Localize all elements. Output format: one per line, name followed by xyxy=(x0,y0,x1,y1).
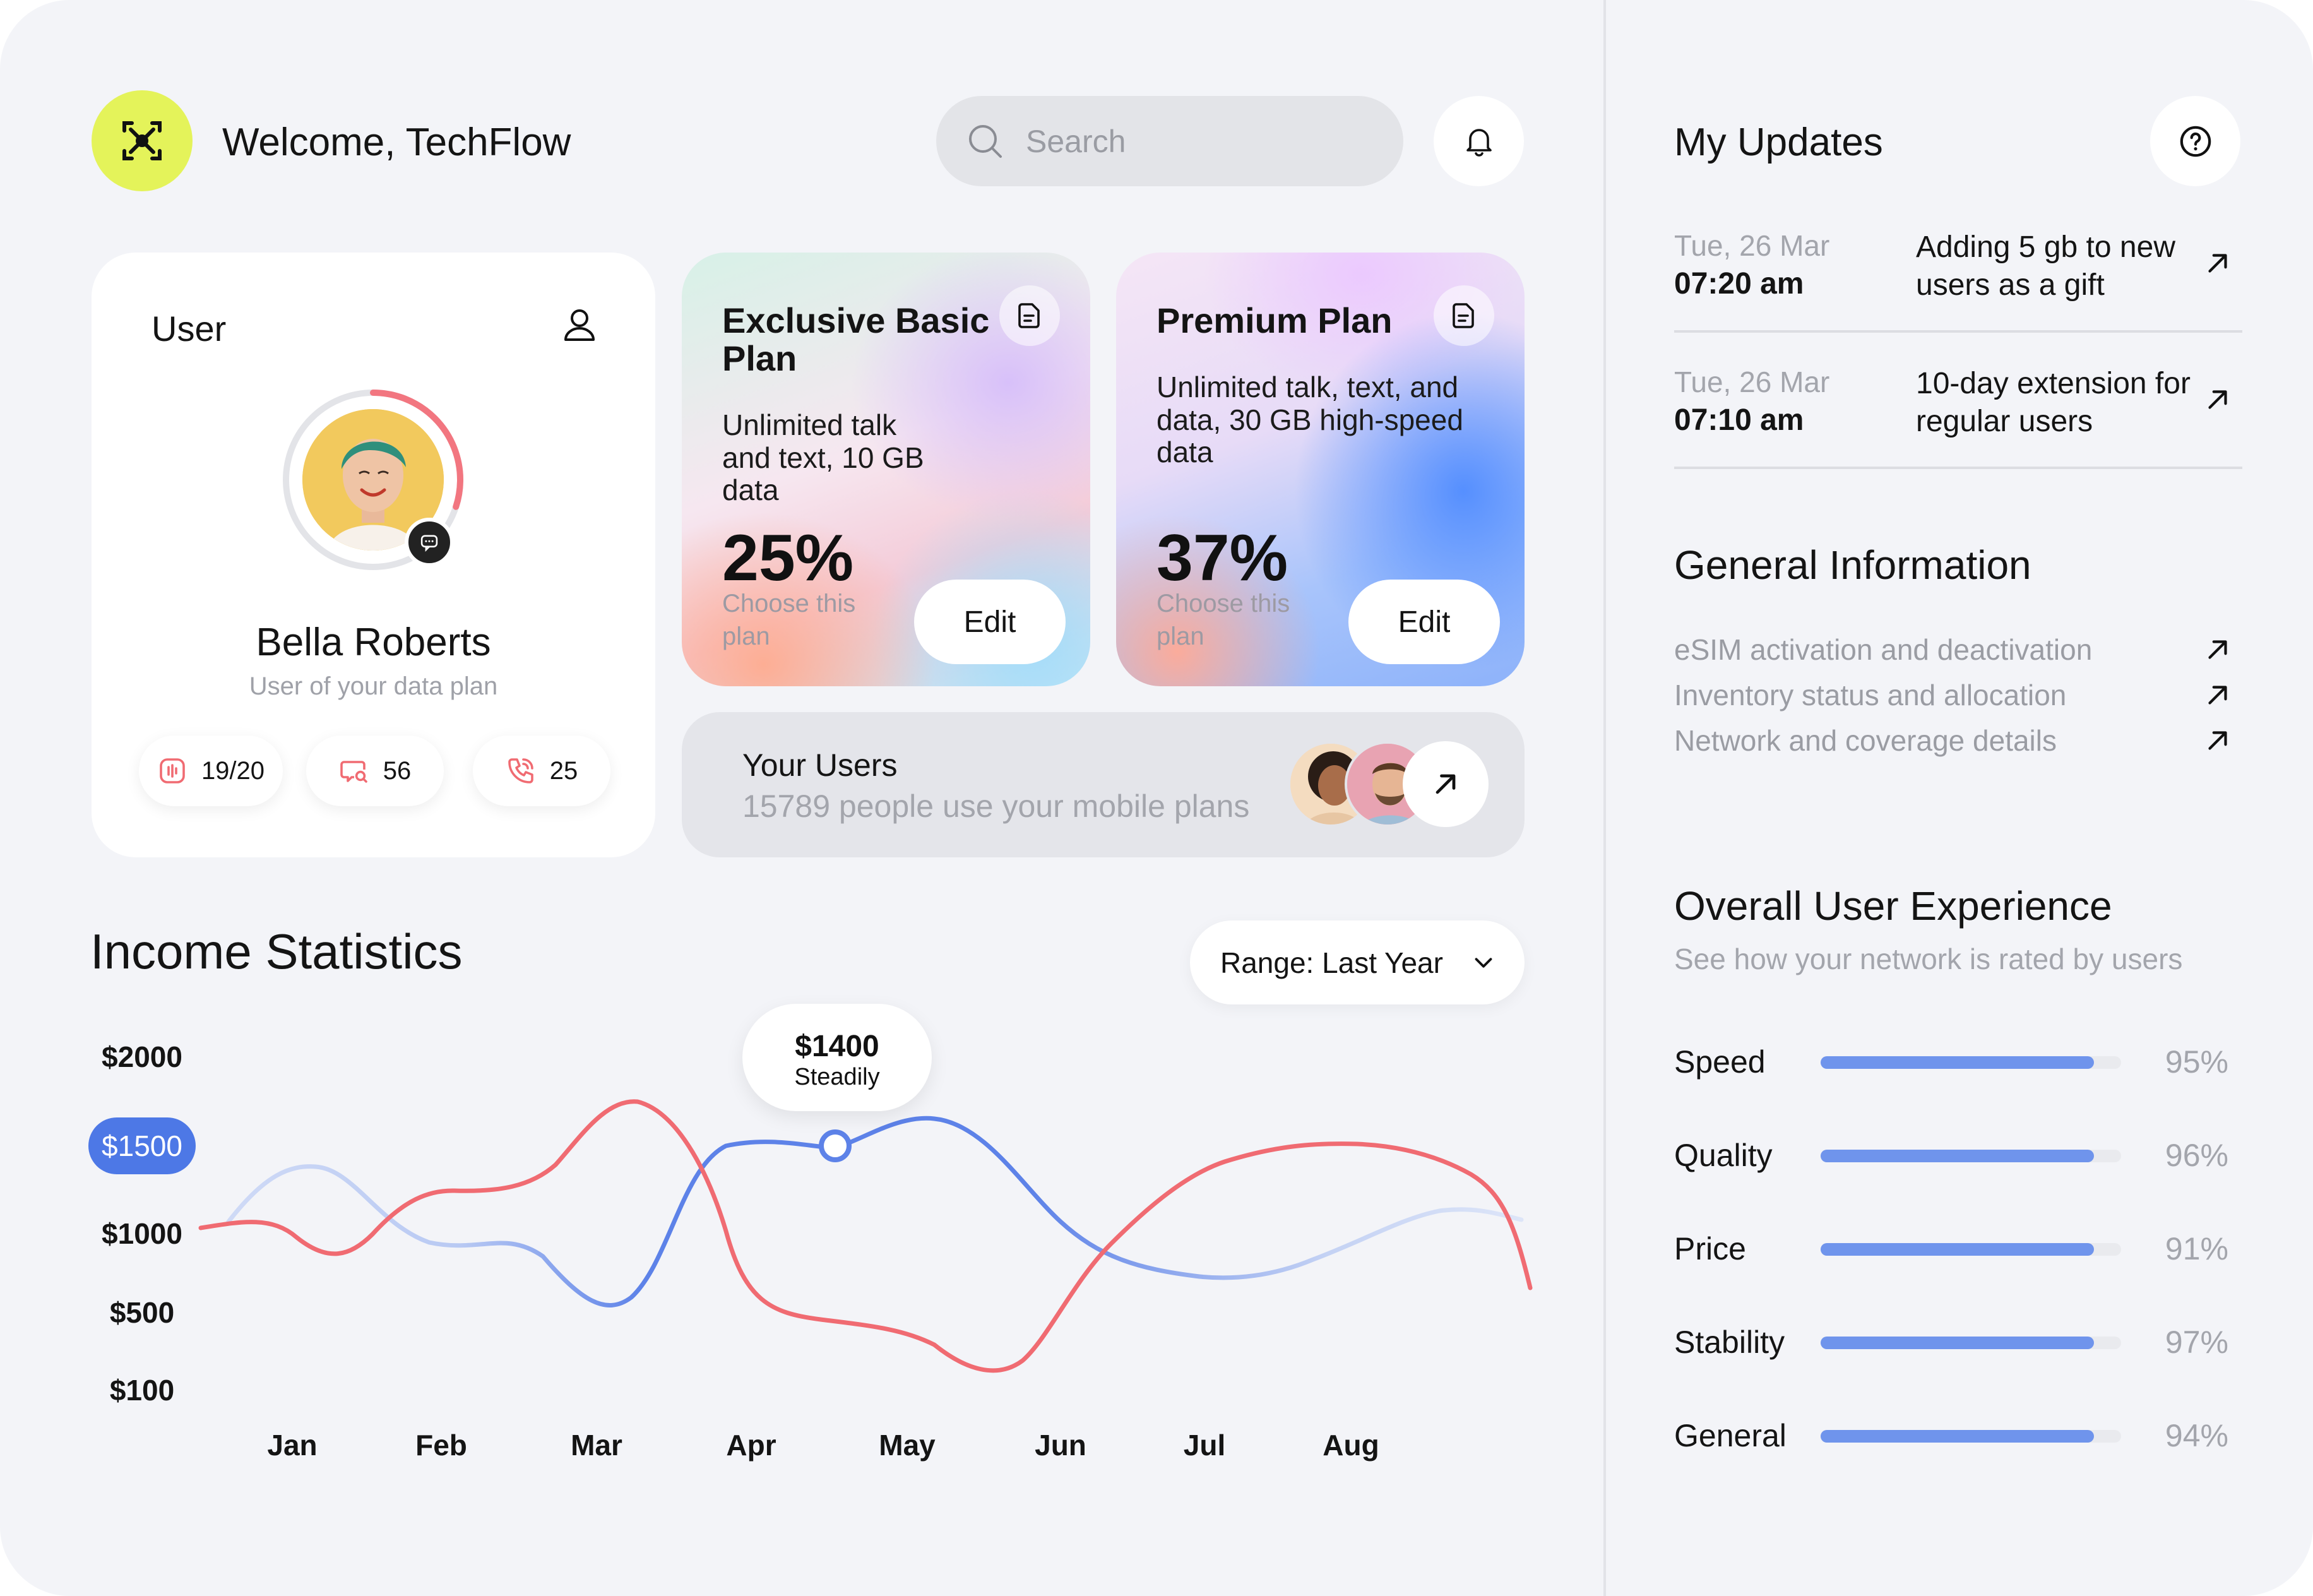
rating-label: Price xyxy=(1674,1231,1746,1266)
update-item[interactable]: Tue, 26 Mar 07:10 am 10-day extension fo… xyxy=(1674,365,2242,453)
general-info-label: eSIM activation and deactivation xyxy=(1674,633,2093,666)
update-date: Tue, 26 Mar xyxy=(1674,229,1830,262)
series-line-red xyxy=(198,1099,1533,1373)
update-text: 10-day extension for regular users xyxy=(1916,367,2191,438)
user-experience-title: Overall User Experience xyxy=(1674,883,2112,929)
update-text: Adding 5 gb to new users as a gift xyxy=(1916,230,2175,302)
rating-row-stability: Stability 97% xyxy=(1674,1319,2242,1363)
rating-label: General xyxy=(1674,1418,1787,1453)
divider xyxy=(1674,467,2242,469)
rating-track xyxy=(1821,1337,2121,1349)
rating-fill xyxy=(1821,1150,2095,1162)
column-divider xyxy=(1603,0,1606,1596)
rating-label: Speed xyxy=(1674,1044,1766,1080)
divider xyxy=(1674,330,2242,333)
help-button[interactable] xyxy=(2150,96,2240,186)
rating-fill xyxy=(1821,1430,2095,1443)
rating-label: Quality xyxy=(1674,1138,1773,1173)
update-date: Tue, 26 Mar xyxy=(1674,366,1830,398)
rating-value: 97% xyxy=(2165,1325,2228,1360)
tooltip-label: Steadily xyxy=(794,1064,880,1090)
tooltip-value: $1400 xyxy=(795,1030,879,1063)
arrow-up-right-icon[interactable] xyxy=(2202,384,2233,415)
chart-marker[interactable] xyxy=(819,1129,852,1162)
rating-track xyxy=(1821,1150,2121,1162)
general-info-label: Inventory status and allocation xyxy=(1674,679,2067,712)
rating-track xyxy=(1821,1056,2121,1069)
income-line-chart xyxy=(198,1099,1533,1373)
series-line-blue xyxy=(226,1116,1524,1307)
user-experience-subtitle: See how your network is rated by users xyxy=(1674,943,2183,975)
update-time: 07:10 am xyxy=(1674,403,1804,437)
update-item[interactable]: Tue, 26 Mar 07:20 am Adding 5 gb to new … xyxy=(1674,229,2242,317)
arrow-up-right-icon[interactable] xyxy=(2202,247,2233,279)
rating-track xyxy=(1821,1430,2121,1443)
rating-value: 94% xyxy=(2165,1418,2228,1453)
rating-row-general: General 94% xyxy=(1674,1412,2242,1456)
rating-label: Stability xyxy=(1674,1325,1785,1360)
general-info-label: Network and coverage details xyxy=(1674,724,2057,757)
chart-tooltip: $1400 Steadily xyxy=(742,1004,932,1111)
rating-fill xyxy=(1821,1243,2095,1256)
question-circle-icon xyxy=(2180,126,2211,157)
arrow-up-right-icon xyxy=(2208,686,2227,705)
rating-value: 96% xyxy=(2165,1138,2228,1173)
arrow-up-right-icon xyxy=(2208,731,2227,750)
rating-fill xyxy=(1821,1337,2095,1349)
arrow-up-right-icon xyxy=(2208,640,2227,659)
general-info-title: General Information xyxy=(1674,542,2031,588)
rating-track xyxy=(1821,1243,2121,1256)
rating-row-price: Price 91% xyxy=(1674,1225,2242,1270)
general-info-link[interactable]: Network and coverage details xyxy=(1674,724,2242,758)
general-info-link[interactable]: eSIM activation and deactivation xyxy=(1674,633,2242,667)
rating-fill xyxy=(1821,1056,2095,1069)
general-info-link[interactable]: Inventory status and allocation xyxy=(1674,678,2242,712)
app-frame: Welcome, TechFlow Search User Bella Robe… xyxy=(0,0,2313,1596)
rating-value: 95% xyxy=(2165,1044,2228,1080)
rating-row-quality: Quality 96% xyxy=(1674,1132,2242,1176)
update-time: 07:20 am xyxy=(1674,267,1804,301)
rating-value: 91% xyxy=(2165,1231,2228,1266)
rating-row-speed: Speed 95% xyxy=(1674,1039,2242,1083)
updates-title: My Updates xyxy=(1674,121,1883,164)
